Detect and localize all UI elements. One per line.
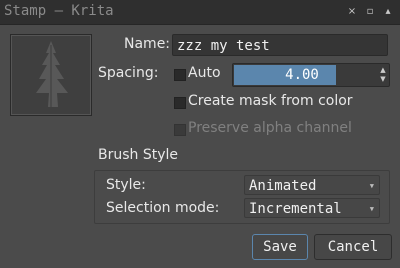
selection-mode-label: Selection mode:: [106, 200, 220, 216]
selection-mode-combobox[interactable]: Incremental ▼: [244, 198, 380, 218]
spin-arrows-icon[interactable]: ▲ ▼: [378, 66, 388, 84]
brush-tip-image: [36, 41, 68, 107]
chevron-down-icon: ▼: [369, 205, 374, 213]
auto-checkbox[interactable]: [174, 69, 186, 81]
spacing-spinbox[interactable]: 4.00 ▲ ▼: [232, 63, 390, 87]
create-mask-checkbox[interactable]: [174, 97, 186, 109]
auto-label: Auto: [188, 65, 221, 81]
brush-style-title: Brush Style: [98, 147, 179, 163]
selection-mode-value: Incremental: [249, 201, 342, 217]
create-mask-label: Create mask from color: [188, 93, 353, 109]
name-label: Name:: [124, 36, 171, 52]
title-bar: Stamp — Krita × ▫ ▴: [0, 0, 400, 25]
preserve-alpha-checkbox[interactable]: [174, 124, 186, 136]
spacing-label: Spacing:: [98, 65, 159, 81]
style-combobox[interactable]: Animated ▼: [244, 175, 380, 195]
style-value: Animated: [249, 178, 317, 194]
spacing-value: 4.00: [285, 67, 319, 83]
cancel-button[interactable]: Cancel: [314, 234, 392, 260]
style-label: Style:: [106, 177, 146, 193]
brush-preview: [10, 34, 92, 116]
close-icon[interactable]: ×: [346, 6, 358, 18]
name-input[interactable]: zzz my test: [172, 34, 388, 56]
save-button[interactable]: Save: [252, 234, 308, 260]
window-title: Stamp — Krita: [4, 3, 114, 19]
chevron-down-icon: ▼: [369, 182, 374, 190]
restore-icon[interactable]: ▫: [364, 6, 376, 18]
preserve-alpha-label: Preserve alpha channel: [188, 120, 352, 136]
shade-icon[interactable]: ▴: [382, 6, 394, 18]
